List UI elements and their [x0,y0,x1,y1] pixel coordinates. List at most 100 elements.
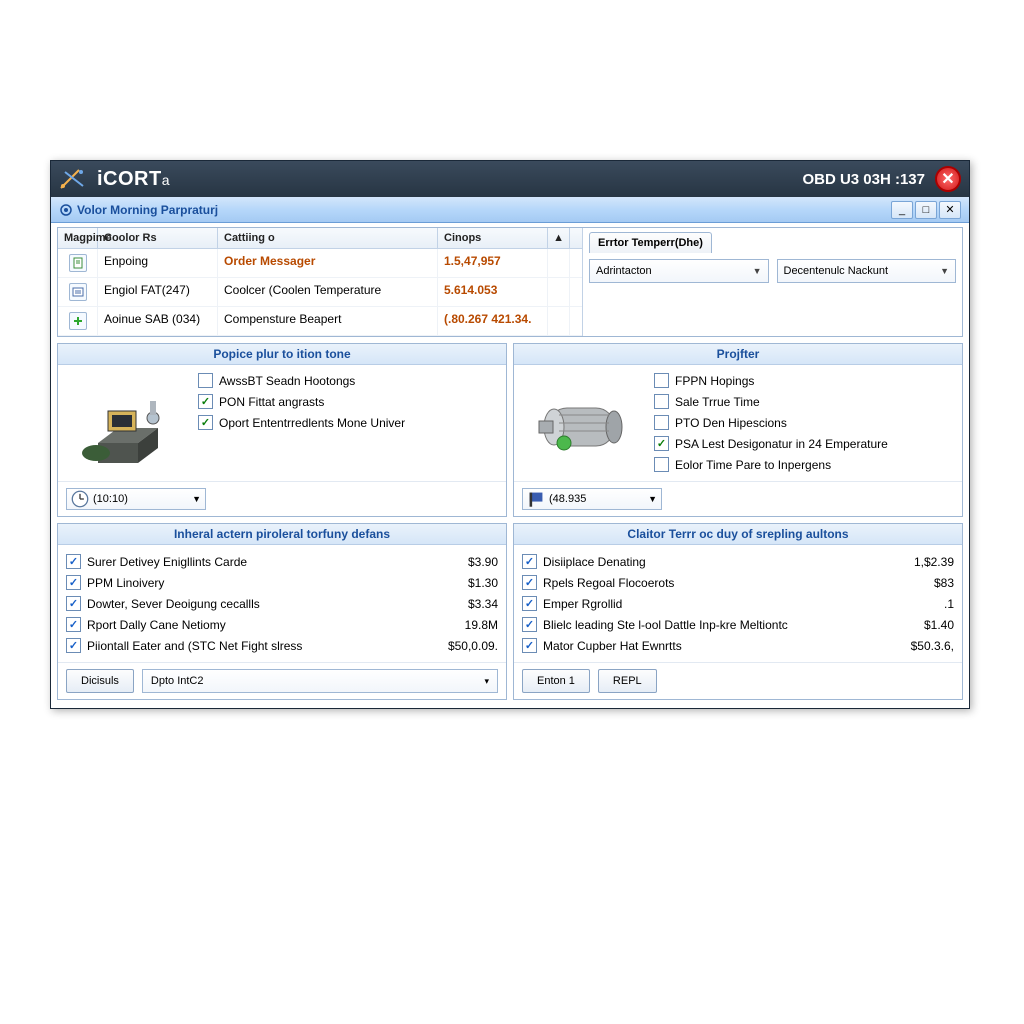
table-row[interactable]: Engiol FAT(247)Coolcer (Coolen Temperatu… [58,278,582,307]
enton-button[interactable]: Enton 1 [522,669,590,693]
cell-c: 5.614.053 [438,278,548,306]
check-label: Sale Trrue Time [675,395,760,409]
panel-popice-title: Popice plur to ition tone [58,344,506,365]
list-label: Dowter, Sever Deoigung cecallls [87,597,260,611]
combo-time-right[interactable]: (48.935▼ [522,488,662,510]
checkbox[interactable]: ✓ [522,554,537,569]
gear-icon [59,203,73,217]
list-amount: $3.90 [468,555,498,569]
titlebar: iCORTa OBD U3 03H :137 ✕ [51,161,969,197]
checkbox[interactable]: ✓ [522,596,537,611]
list-amount: $83 [934,576,954,590]
tools-icon [59,168,87,190]
minimize-button[interactable]: _ [891,201,913,219]
col-header-c[interactable]: Cinops [438,228,548,248]
list-item: ✓ Mator Cupber Hat Ewnrtts $50.3.6, [522,635,954,656]
checkbox[interactable] [198,373,213,388]
table-row[interactable]: EnpoingOrder Messager1.5,47,957 [58,249,582,278]
checkbox[interactable]: ✓ [66,575,81,590]
app-logo: iCORTa [59,168,170,191]
check-item: ✓Oport Ententrredlents Mone Univer [198,415,496,430]
list-label: Rpels Regoal Flocoerots [543,576,674,590]
cell-b: Coolcer (Coolen Temperature [218,278,438,306]
checkbox[interactable]: ✓ [66,596,81,611]
clock-icon [71,491,89,507]
list-amount: 19.8M [465,618,498,632]
app-window: iCORTa OBD U3 03H :137 ✕ Volor Morning P… [50,160,970,709]
row-icon [69,312,87,330]
cell-a: Aoinue SAB (034) [98,307,218,335]
list-claitor-title: Claitor Terrr oc duy of srepling aultons [514,524,962,545]
combo-dpto[interactable]: Dpto IntC2▾ [142,669,498,693]
row-icon [69,254,87,272]
list-amount: $50,0.09. [448,639,498,653]
list-label: Mator Cupber Hat Ewnrtts [543,639,682,653]
window-title: Volor Morning Parpraturj [59,203,218,217]
cell-b: Compensture Beapert [218,307,438,335]
motor-illustration [524,373,644,473]
cell-c: (.80.267 421.34. [438,307,548,335]
cell-a: Enpoing [98,249,218,277]
check-label: PON Fittat angrasts [219,395,324,409]
subtitle-bar: Volor Morning Parpraturj _ □ ✕ [51,197,969,223]
combo-adrintacton[interactable]: Adrintacton▼ [589,259,769,283]
dicisuls-button[interactable]: Dicisuls [66,669,134,693]
check-item: FPPN Hopings [654,373,952,388]
checkbox[interactable] [654,415,669,430]
col-header-icon[interactable]: Magpime [58,228,98,248]
checkbox[interactable]: ✓ [198,394,213,409]
list-amount: $3.34 [468,597,498,611]
checkbox[interactable] [654,394,669,409]
window-close-button[interactable]: ✕ [939,201,961,219]
checkbox[interactable]: ✓ [198,415,213,430]
checkbox[interactable]: ✓ [522,575,537,590]
side-panel: Errtor Temperr(Dhe) Adrintacton▼ Decente… [582,228,962,336]
list-label: PPM Linoivery [87,576,164,590]
list-item: ✓PPM Linoivery$1.30 [66,572,498,593]
combo-time-left[interactable]: (10:10)▼ [66,488,206,510]
app-title: iCORTa [97,168,170,191]
panel-projfter-title: Projfter [514,344,962,365]
list-label: Blielc leading Ste l-ool Dattle Inp-kre … [543,618,788,632]
check-label: PTO Den Hipescions [675,416,787,430]
checkbox[interactable]: ✓ [66,617,81,632]
combo-decentenulc[interactable]: Decentenulc Nackunt▼ [777,259,957,283]
close-button[interactable]: ✕ [935,166,961,192]
list-label: Piiontall Eater and (STC Net Fight slres… [87,639,302,653]
list-inheral: Inheral actern piroleral torfuny defans … [57,523,507,700]
list-amount: 1,$2.39 [914,555,954,569]
list-label: Disiiplace Denating [543,555,646,569]
checkbox[interactable]: ✓ [522,638,537,653]
checkbox[interactable] [654,457,669,472]
maximize-button[interactable]: □ [915,201,937,219]
col-header-b[interactable]: Cattiing o [218,228,438,248]
data-grid: Magpime Coolor Rs Cattiing o Cinops ▲ En… [57,227,963,337]
checkbox[interactable] [654,373,669,388]
list-amount: $1.40 [924,618,954,632]
col-header-a[interactable]: Coolor Rs [98,228,218,248]
scroll-up-button[interactable]: ▲ [548,228,570,248]
list-label: Rport Dally Cane Netiomy [87,618,226,632]
checkbox[interactable]: ✓ [66,554,81,569]
checkbox[interactable]: ✓ [522,617,537,632]
table-row[interactable]: Aoinue SAB (034)Compensture Beapert(.80.… [58,307,582,336]
list-amount: $50.3.6, [911,639,954,653]
grid-header: Magpime Coolor Rs Cattiing o Cinops ▲ [58,228,582,249]
check-item: Sale Trrue Time [654,394,952,409]
checkbox[interactable]: ✓ [66,638,81,653]
check-item: Eolor Time Pare to Inpergens [654,457,952,472]
cell-a: Engiol FAT(247) [98,278,218,306]
list-item: ✓ Rport Dally Cane Netiomy 19.8M [66,614,498,635]
check-label: AwssBT Seadn Hootongs [219,374,355,388]
list-item: ✓ Disiiplace Denating 1,$2.39 [522,551,954,572]
tab-error-temp[interactable]: Errtor Temperr(Dhe) [589,232,712,253]
machine-illustration [68,373,188,473]
repl-button[interactable]: REPL [598,669,657,693]
check-label: Eolor Time Pare to Inpergens [675,458,831,472]
list-label: Emper Rgrollid [543,597,622,611]
list-inheral-title: Inheral actern piroleral torfuny defans [58,524,506,545]
check-item: AwssBT Seadn Hootongs [198,373,496,388]
cell-c: 1.5,47,957 [438,249,548,277]
check-label: PSA Lest Desigonatur in 24 Emperature [675,437,888,451]
checkbox[interactable]: ✓ [654,436,669,451]
